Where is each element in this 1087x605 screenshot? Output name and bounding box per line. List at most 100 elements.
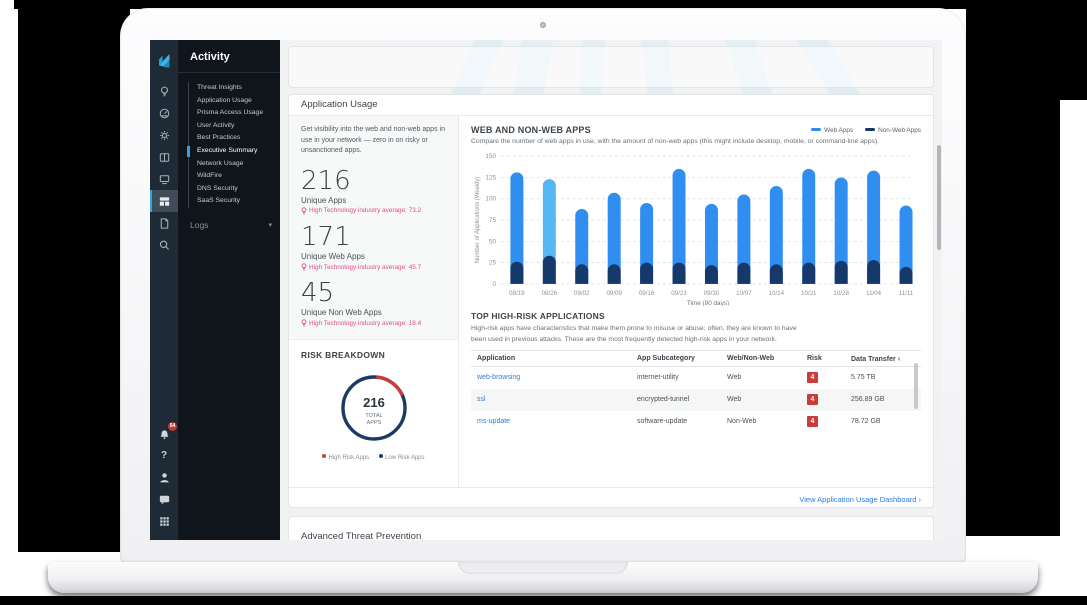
card-title: Application Usage xyxy=(289,95,933,116)
risk-donut-chart[interactable]: 216 TOTAL APPS xyxy=(332,366,416,450)
chart-legend: Web Apps Non-Web Apps xyxy=(811,127,921,134)
risk-breakdown-section: RISK BREAKDOWN 216 TOTAL APPS xyxy=(289,340,458,471)
bulb-icon xyxy=(301,319,307,327)
col-risk[interactable]: Risk xyxy=(801,351,845,367)
app-link[interactable]: ms-update xyxy=(477,418,510,425)
svg-text:10/07: 10/07 xyxy=(736,290,752,297)
risk-badge: 4 xyxy=(807,416,818,427)
search-icon[interactable] xyxy=(150,234,178,256)
devices-icon[interactable] xyxy=(150,168,178,190)
chart-title: WEB AND NON-WEB APPS xyxy=(471,125,591,135)
usage-chart-column: WEB AND NON-WEB APPS Web Apps Non-Web Ap… xyxy=(459,116,933,487)
page-scrollbar[interactable] xyxy=(937,145,941,250)
col-app-subcategory[interactable]: App Subcategory xyxy=(631,351,721,367)
svg-text:150: 150 xyxy=(485,153,496,160)
apps-grid-icon[interactable] xyxy=(150,510,178,532)
web-nonweb-bar-chart[interactable]: 0255075100125150Number of Applications (… xyxy=(471,149,921,306)
background-band-bottom xyxy=(0,596,1087,605)
cell-transfer: 78.72 GB xyxy=(845,411,921,433)
cell-subcategory: encrypted-tunnel xyxy=(631,389,721,411)
notifications-bell-icon[interactable]: 54 xyxy=(150,422,178,444)
feedback-chat-icon[interactable] xyxy=(150,488,178,510)
stat-label: Unique Apps xyxy=(301,196,446,205)
main-content: Application Usage Get visibility into th… xyxy=(280,40,942,540)
svg-text:10/21: 10/21 xyxy=(801,290,817,297)
usage-stats-column: Get visibility into the web and non-web … xyxy=(289,116,459,487)
risk-table-title: TOP HIGH-RISK APPLICATIONS xyxy=(471,311,921,321)
usage-description: Get visibility into the web and non-web … xyxy=(301,125,446,157)
reports-document-icon[interactable] xyxy=(150,212,178,234)
svg-text:Number of Applications (Weekly: Number of Applications (Weekly) xyxy=(475,177,481,263)
cell-transfer: 256.89 GB xyxy=(845,389,921,411)
stat-value: 216 xyxy=(301,168,446,195)
advanced-threat-prevention-card: Advanced Threat Prevention xyxy=(288,516,934,540)
cell-web: Web xyxy=(721,367,801,389)
table-scrollbar[interactable] xyxy=(914,363,918,409)
view-dashboard-link[interactable]: View Application Usage Dashboard › xyxy=(799,495,921,504)
background-band-right-top xyxy=(966,0,1087,100)
svg-text:11/11: 11/11 xyxy=(899,290,914,297)
svg-text:Time (90 days): Time (90 days) xyxy=(687,300,729,306)
brand-logo-icon[interactable] xyxy=(150,48,178,72)
table-row[interactable]: web-browsing internet-utility Web 4 5.75… xyxy=(471,367,921,389)
col-application[interactable]: Application xyxy=(471,351,631,367)
settings-gear-icon[interactable] xyxy=(150,124,178,146)
sidebar: Activity Threat Insights Application Usa… xyxy=(178,40,280,540)
risk-badge: 4 xyxy=(807,394,818,405)
card-footer: View Application Usage Dashboard › xyxy=(289,487,933,507)
table-row[interactable]: ms-update software-update Non-Web 4 78.7… xyxy=(471,411,921,433)
svg-text:75: 75 xyxy=(489,217,496,224)
chevron-down-icon: ▾ xyxy=(268,221,272,229)
stat-unique-web-apps: 171 Unique Web Apps High Technology indu… xyxy=(301,224,446,271)
svg-text:11/04: 11/04 xyxy=(866,290,882,297)
sidebar-item-dns-security[interactable]: DNS Security xyxy=(189,183,280,196)
svg-text:10/14: 10/14 xyxy=(769,290,785,297)
risk-breakdown-title: RISK BREAKDOWN xyxy=(301,350,446,360)
col-web-non-web[interactable]: Web/Non-Web xyxy=(721,351,801,367)
dashboards-icon[interactable] xyxy=(150,190,178,212)
cell-transfer: 5.75 TB xyxy=(845,367,921,389)
stat-unique-apps: 216 Unique Apps High Technology industry… xyxy=(301,168,446,215)
stat-unique-non-web-apps: 45 Unique Non Web Apps High Technology i… xyxy=(301,280,446,327)
col-data-transfer[interactable]: Data Transfer‹ xyxy=(845,351,921,367)
application-usage-card: Application Usage Get visibility into th… xyxy=(288,94,934,508)
icon-rail: 54 ? xyxy=(150,40,178,540)
laptop-camera xyxy=(540,22,546,28)
user-icon[interactable] xyxy=(150,466,178,488)
page: 54 ? xyxy=(0,0,1087,605)
chart-subtitle: Compare the number of web apps in use, w… xyxy=(471,138,921,145)
sidebar-item-prisma-access-usage[interactable]: Prisma Access Usage xyxy=(189,107,280,120)
stat-value: 171 xyxy=(301,224,446,251)
panels-icon[interactable] xyxy=(150,146,178,168)
svg-text:TOTAL: TOTAL xyxy=(365,413,382,419)
table-row[interactable]: ssl encrypted-tunnel Web 4 256.89 GB xyxy=(471,389,921,411)
sidebar-item-user-activity[interactable]: User Activity xyxy=(189,120,280,133)
next-section-title: Advanced Threat Prevention xyxy=(289,517,933,540)
svg-text:25: 25 xyxy=(489,260,496,267)
bulb-icon xyxy=(301,207,307,215)
background-band-left-top xyxy=(18,0,130,97)
sidebar-item-best-practices[interactable]: Best Practices xyxy=(189,132,280,145)
cell-subcategory: software-update xyxy=(631,411,721,433)
sidebar-item-threat-insights[interactable]: Threat Insights xyxy=(189,82,280,95)
sidebar-item-logs[interactable]: Logs ▾ xyxy=(178,216,280,234)
svg-text:50: 50 xyxy=(489,238,496,245)
svg-text:09/09: 09/09 xyxy=(606,290,622,297)
summary-card-partial xyxy=(288,46,934,88)
cell-subcategory: internet-utility xyxy=(631,367,721,389)
sidebar-item-application-usage[interactable]: Application Usage xyxy=(189,95,280,108)
gauge-icon[interactable] xyxy=(150,102,178,124)
insights-lightbulb-icon[interactable] xyxy=(150,80,178,102)
high-risk-arc xyxy=(376,377,402,395)
help-icon[interactable]: ? xyxy=(150,444,178,466)
app-link[interactable]: web-browsing xyxy=(477,374,520,381)
sidebar-item-executive-summary[interactable]: Executive Summary xyxy=(189,145,280,158)
svg-text:08/19: 08/19 xyxy=(509,290,525,297)
sidebar-item-network-usage[interactable]: Network Usage xyxy=(189,158,280,171)
industry-benchmark: High Technology industry average: 45.7 xyxy=(301,263,446,271)
non-web-apps-legend-dash xyxy=(865,128,875,131)
sidebar-item-wildfire[interactable]: WildFire xyxy=(189,170,280,183)
app-link[interactable]: ssl xyxy=(477,396,486,403)
sidebar-item-saas-security[interactable]: SaaS Security xyxy=(189,195,280,208)
risk-legend: High Risk Apps Low Risk Apps xyxy=(301,454,446,461)
